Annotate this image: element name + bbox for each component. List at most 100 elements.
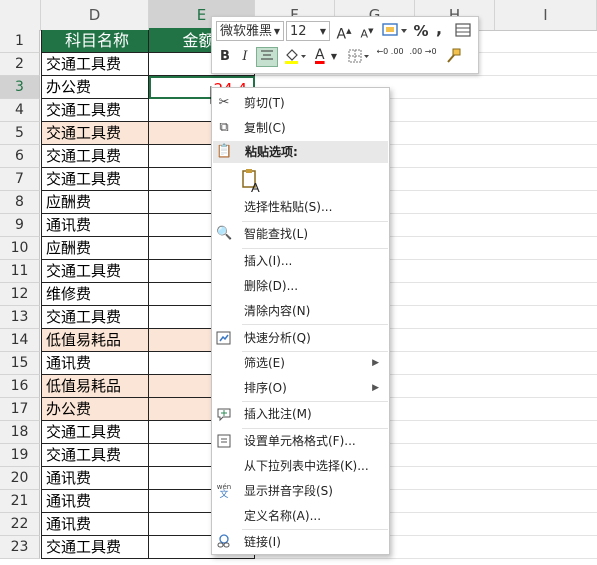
align-center-icon xyxy=(261,50,273,60)
subject-cell[interactable]: 交通工具费 xyxy=(41,306,149,329)
row-number[interactable]: 20 xyxy=(0,467,40,490)
subject-cell[interactable]: 交通工具费 xyxy=(41,145,149,168)
subject-cell[interactable]: 交通工具费 xyxy=(41,260,149,283)
center-align-button[interactable] xyxy=(256,47,278,67)
menu-item-quick-analysis[interactable]: 快速分析(Q) xyxy=(212,327,389,349)
subject-cell[interactable]: 通讯费 xyxy=(41,467,149,490)
percent-style-button[interactable]: % xyxy=(412,21,430,41)
subject-cell[interactable]: 办公费 xyxy=(41,76,149,99)
subject-cell[interactable]: 办公费 xyxy=(41,398,149,421)
row-number[interactable]: 15 xyxy=(0,352,40,375)
comma-style-button[interactable]: , xyxy=(432,19,446,39)
format-painter-icon xyxy=(447,48,461,63)
row-number[interactable]: 7 xyxy=(0,168,40,191)
font-size-value: 12 xyxy=(290,24,307,39)
menu-item-copy[interactable]: ⧉ 复制(C) xyxy=(212,117,389,139)
menu-item-format-cells[interactable]: 设置单元格格式(F)... xyxy=(212,430,389,452)
menu-separator xyxy=(242,324,388,325)
subject-cell[interactable]: 交通工具费 xyxy=(41,99,149,122)
paste-options-header: 📋 粘贴选项: xyxy=(213,141,388,163)
subject-cell[interactable]: 交通工具费 xyxy=(41,53,149,76)
row-number[interactable]: 8 xyxy=(0,191,40,214)
menu-item-cut[interactable]: ✂ 剪切(T) xyxy=(212,92,389,114)
accounting-format-button[interactable] xyxy=(380,21,410,41)
subject-cell[interactable]: 交通工具费 xyxy=(41,536,149,559)
menu-item-sort[interactable]: 排序(O) ▶ xyxy=(212,377,389,399)
link-icon xyxy=(216,534,232,550)
row-number[interactable]: 21 xyxy=(0,490,40,513)
row-number[interactable]: 3 xyxy=(0,76,40,99)
row-number[interactable]: 2 xyxy=(0,53,40,76)
row-number[interactable]: 19 xyxy=(0,444,40,467)
select-all-corner[interactable] xyxy=(0,0,41,30)
menu-separator xyxy=(242,428,388,429)
menu-item-link[interactable]: 链接(I) xyxy=(212,531,389,553)
menu-item-label: 删除(D)... xyxy=(244,279,299,293)
subject-cell[interactable]: 应酬费 xyxy=(41,237,149,260)
chevron-down-icon: ▼ xyxy=(330,52,337,61)
subject-cell[interactable]: 交通工具费 xyxy=(41,168,149,191)
menu-item-pick-from-list[interactable]: 从下拉列表中选择(K)... xyxy=(212,455,389,477)
subject-cell[interactable]: 通讯费 xyxy=(41,490,149,513)
row-number[interactable]: 6 xyxy=(0,145,40,168)
format-cells-icon xyxy=(216,433,232,449)
menu-item-filter[interactable]: 筛选(E) ▶ xyxy=(212,352,389,374)
grow-font-button[interactable]: A▲ xyxy=(334,21,354,43)
menu-item-delete[interactable]: 删除(D)... xyxy=(212,275,389,297)
subject-cell[interactable]: 维修费 xyxy=(41,283,149,306)
decrease-decimal-button[interactable]: .00 →0 xyxy=(408,47,438,67)
context-menu: ✂ 剪切(T) ⧉ 复制(C) 📋 粘贴选项: A 选择性粘贴(S)... 🔍 … xyxy=(211,87,390,555)
borders-button[interactable] xyxy=(346,47,372,67)
font-color-button[interactable]: A ▼ xyxy=(312,47,338,67)
row-number[interactable]: 9 xyxy=(0,214,40,237)
row-number[interactable]: 14 xyxy=(0,329,40,352)
shrink-font-button[interactable]: A▼ xyxy=(357,21,377,41)
subject-cell[interactable]: 低值易耗品 xyxy=(41,329,149,352)
subject-cell[interactable]: 通讯费 xyxy=(41,214,149,237)
menu-item-label: 从下拉列表中选择(K)... xyxy=(244,459,369,473)
menu-item-smart-lookup[interactable]: 🔍 智能查找(L) xyxy=(212,223,389,245)
menu-item-label: 复制(C) xyxy=(244,121,286,135)
menu-item-clear-contents[interactable]: 清除内容(N) xyxy=(212,300,389,322)
subject-cell[interactable]: 交通工具费 xyxy=(41,122,149,145)
row-number[interactable]: 11 xyxy=(0,260,40,283)
menu-item-show-phonetic[interactable]: wén 文 显示拼音字段(S) xyxy=(212,480,389,502)
row-number[interactable]: 12 xyxy=(0,283,40,306)
fill-color-button[interactable] xyxy=(282,47,308,67)
paste-values-button[interactable]: A xyxy=(240,168,264,195)
row-number[interactable]: 23 xyxy=(0,536,40,559)
format-painter-table-button[interactable] xyxy=(452,21,474,41)
format-painter-button[interactable] xyxy=(442,47,464,67)
mini-toolbar: 微软雅黑 ▼ 12 ▼ A▲ A▼ % , B I A ▼ ←0 .00 .00… xyxy=(211,16,479,74)
column-header-i[interactable]: I xyxy=(495,0,597,30)
row-number[interactable]: 18 xyxy=(0,421,40,444)
menu-item-define-name[interactable]: 定义名称(A)... xyxy=(212,505,389,527)
row-number[interactable]: 13 xyxy=(0,306,40,329)
row-number[interactable]: 1 xyxy=(0,30,40,53)
bold-button[interactable]: B xyxy=(216,47,234,67)
menu-item-paste-special[interactable]: 选择性粘贴(S)... xyxy=(212,196,389,218)
grow-font-icon: A xyxy=(336,26,347,43)
subject-cell[interactable]: 通讯费 xyxy=(41,513,149,536)
row-number[interactable]: 10 xyxy=(0,237,40,260)
subject-cell[interactable]: 交通工具费 xyxy=(41,421,149,444)
increase-decimal-button[interactable]: ←0 .00 xyxy=(375,47,405,67)
subject-cell[interactable]: 低值易耗品 xyxy=(41,375,149,398)
row-number[interactable]: 16 xyxy=(0,375,40,398)
row-number[interactable]: 22 xyxy=(0,513,40,536)
scissors-icon: ✂ xyxy=(218,95,230,110)
italic-button[interactable]: I xyxy=(236,47,254,67)
menu-item-insert-comment[interactable]: 插入批注(M) xyxy=(212,403,389,425)
subject-cell[interactable]: 通讯费 xyxy=(41,352,149,375)
row-number[interactable]: 5 xyxy=(0,122,40,145)
menu-item-label: 快速分析(Q) xyxy=(244,331,311,345)
row-number[interactable]: 17 xyxy=(0,398,40,421)
font-name-select[interactable]: 微软雅黑 ▼ xyxy=(216,21,284,41)
font-size-select[interactable]: 12 ▼ xyxy=(286,21,330,41)
header-cell-subject[interactable]: 科目名称 xyxy=(41,30,149,53)
column-header-d[interactable]: D xyxy=(41,0,149,30)
subject-cell[interactable]: 应酬费 xyxy=(41,191,149,214)
menu-item-insert[interactable]: 插入(I)... xyxy=(212,250,389,272)
row-number[interactable]: 4 xyxy=(0,99,40,122)
subject-cell[interactable]: 交通工具费 xyxy=(41,444,149,467)
